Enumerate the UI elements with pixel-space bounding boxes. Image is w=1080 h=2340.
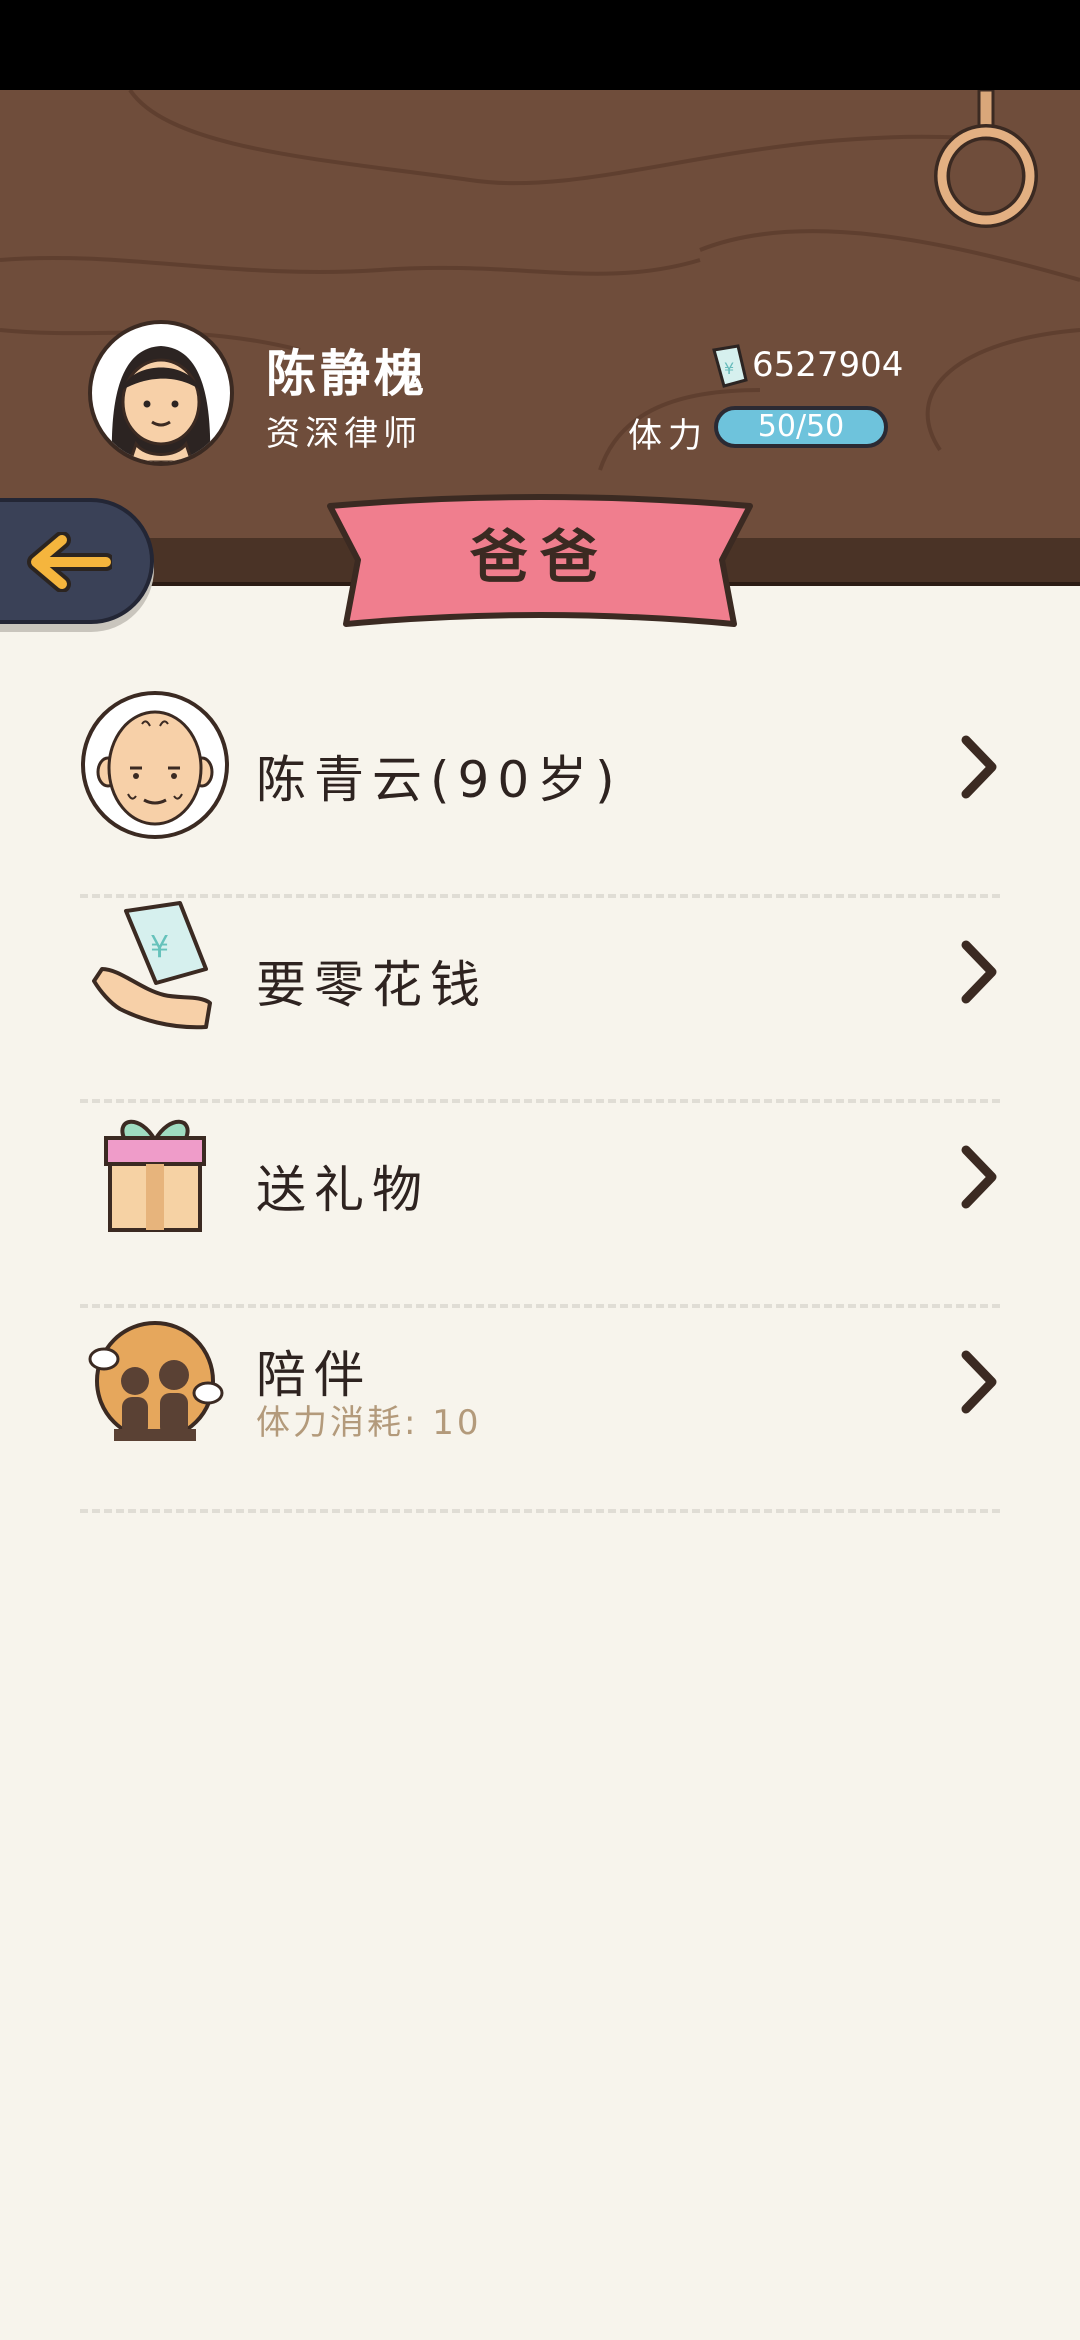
- money-amount: 6527904: [752, 345, 904, 385]
- stamina-cost-label: 体力消耗: 10: [256, 1403, 482, 1443]
- ask-allowance-label: 要零花钱: [256, 956, 488, 1014]
- player-occupation: 资深律师: [266, 414, 422, 454]
- status-bar: [0, 0, 1080, 90]
- svg-text:¥: ¥: [150, 930, 169, 965]
- money-hand-icon: ¥: [92, 901, 212, 1030]
- hanging-ring-icon: [934, 90, 1038, 228]
- back-arrow-icon: [27, 532, 112, 592]
- female-avatar-icon: [111, 346, 211, 462]
- player-avatar[interactable]: [88, 320, 234, 466]
- person-name-label: 陈青云(90岁): [256, 751, 623, 809]
- svg-text:¥: ¥: [724, 359, 734, 378]
- list-item-person[interactable]: 陈青云(90岁): [80, 690, 1000, 898]
- stamina-label: 体力: [628, 416, 708, 456]
- chevron-right-icon: [961, 1145, 997, 1209]
- page-title: 爸爸: [469, 523, 610, 591]
- list-item-send-gift[interactable]: 送礼物: [80, 1100, 1000, 1308]
- chevron-right-icon: [961, 735, 997, 799]
- gift-box-icon: [104, 1119, 206, 1232]
- profile-header: [0, 90, 1080, 540]
- list-item-accompany[interactable]: 陪伴 体力消耗: 10: [80, 1305, 1000, 1513]
- player-name: 陈静槐: [266, 345, 428, 403]
- send-gift-label: 送礼物: [256, 1161, 430, 1219]
- banknote-icon: ¥: [712, 344, 748, 388]
- wood-grain: [0, 90, 1080, 471]
- chevron-right-icon: [961, 1350, 997, 1414]
- companion-icon: [88, 1321, 224, 1441]
- chevron-right-icon: [961, 940, 997, 1004]
- back-button[interactable]: [0, 498, 154, 624]
- old-man-avatar-icon: [81, 691, 229, 839]
- list-item-ask-allowance[interactable]: ¥ 要零花钱: [80, 895, 1000, 1103]
- stamina-bar: 50/50: [714, 406, 888, 448]
